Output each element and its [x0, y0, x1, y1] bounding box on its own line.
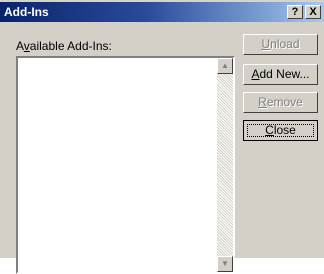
title-bar[interactable]: Add-Ins ? X — [0, 2, 324, 22]
close-button-label: Close — [265, 123, 296, 137]
add-new-button[interactable]: Add New... — [243, 64, 318, 85]
available-add-ins-label: Available Add-Ins: — [16, 39, 112, 53]
dialog-body: Available Add-Ins: ▲ ▼ Unload Add New...… — [0, 22, 324, 274]
add-new-button-label: Add New... — [251, 67, 310, 81]
unload-button[interactable]: Unload — [243, 34, 318, 55]
remove-button-label: Remove — [258, 95, 303, 109]
scroll-up-button[interactable]: ▲ — [217, 58, 233, 74]
scroll-down-button[interactable]: ▼ — [217, 256, 233, 272]
dialog-title: Add-Ins — [4, 5, 49, 19]
scroll-up-icon: ▲ — [221, 61, 229, 70]
add-ins-listbox[interactable]: ▲ ▼ — [16, 56, 235, 274]
help-button[interactable]: ? — [287, 5, 303, 19]
scroll-down-icon: ▼ — [221, 259, 229, 268]
vertical-scrollbar[interactable]: ▲ ▼ — [217, 58, 233, 272]
close-button[interactable]: Close — [243, 120, 318, 141]
close-window-button[interactable]: X — [305, 5, 321, 19]
add-ins-list[interactable] — [18, 58, 217, 272]
unload-button-label: Unload — [261, 37, 300, 51]
remove-button[interactable]: Remove — [243, 92, 318, 113]
